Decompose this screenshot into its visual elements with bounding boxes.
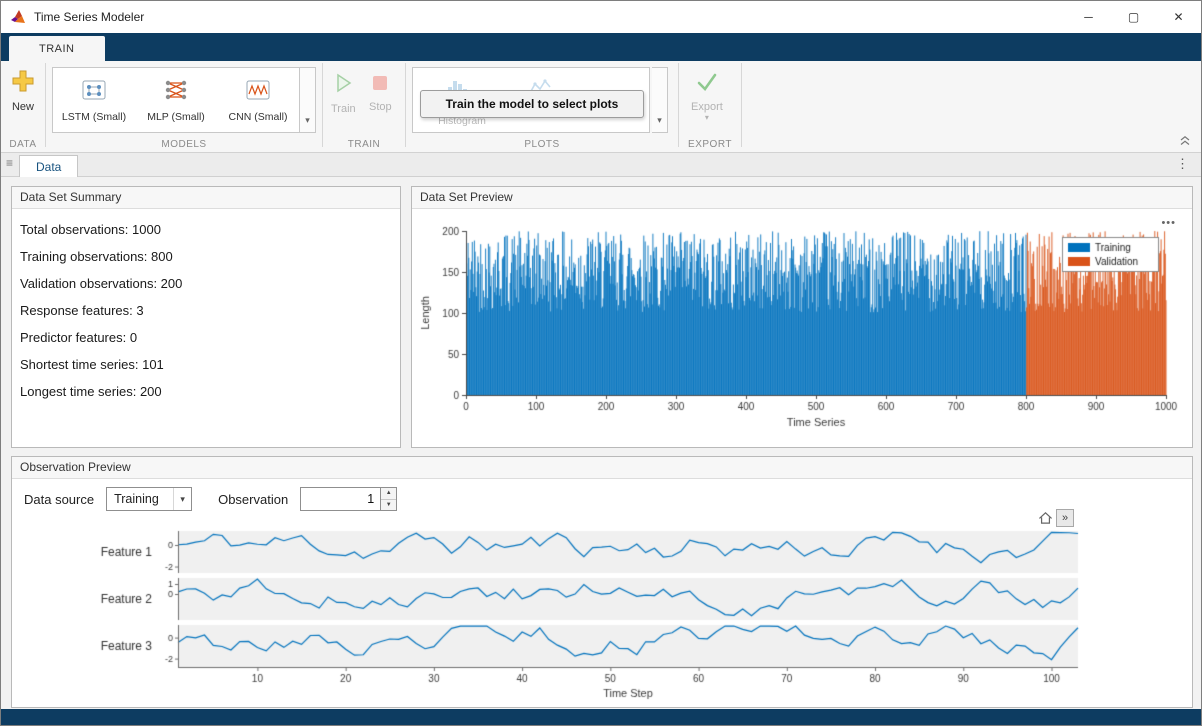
data-source-value: Training [107,492,173,506]
model-item-label: MLP (Small) [147,111,205,123]
observation-preview-chart [20,527,1186,705]
model-item-label: LSTM (Small) [62,111,126,123]
content-area: Data Set Summary Total observations: 100… [1,177,1201,711]
new-plus-icon [11,69,35,98]
titlebar: Time Series Modeler ─ ▢ ✕ [1,1,1201,33]
data-source-select[interactable]: Training ▾ [106,487,192,511]
tab-train[interactable]: TRAIN [9,36,105,61]
ribbon-section-data: New DATA [1,61,45,152]
section-label-models: MODELS [46,139,322,150]
new-button-label: New [12,101,34,113]
mlp-icon [163,78,189,107]
observation-spinner: ▲ ▼ [300,487,397,511]
plots-gallery-dropdown[interactable]: ▾ [652,67,668,133]
window-title: Time Series Modeler [34,10,144,24]
spinner-down-icon[interactable]: ▼ [381,500,396,511]
check-icon [695,71,719,98]
summary-validation-observations: Validation observations: 200 [20,277,400,291]
section-label-train: TRAIN [323,139,405,150]
observation-preview-panel: Observation Preview Data source Training… [11,456,1193,708]
summary-response-features: Response features: 3 [20,304,400,318]
chart-options-icon[interactable]: ••• [1161,217,1176,229]
section-label-data: DATA [1,139,45,150]
home-icon[interactable] [1036,509,1054,527]
summary-predictor-features: Predictor features: 0 [20,331,400,345]
train-button[interactable]: Train [331,71,356,115]
close-button[interactable]: ✕ [1156,1,1201,33]
ribbon-section-train: Train Stop TRAIN [323,61,405,152]
stop-button[interactable]: Stop [369,73,392,113]
stop-icon [370,73,390,98]
summary-training-observations: Training observations: 800 [20,250,400,264]
chevron-down-icon: ▾ [173,488,191,510]
ribbon-section-export: Export ▾ EXPORT [679,61,741,152]
tab-data[interactable]: Data [19,155,78,177]
section-label-plots: PLOTS [406,139,678,150]
ribbon-section-models: LSTM (Small) MLP (Small) [46,61,322,152]
observation-label: Observation [218,492,288,507]
models-gallery: LSTM (Small) MLP (Small) [52,67,300,133]
collapse-ribbon-icon[interactable] [1177,134,1193,148]
preview-panel-title: Data Set Preview [412,187,1192,209]
model-item-lstm[interactable]: LSTM (Small) [53,68,135,132]
data-set-preview-chart [416,217,1188,445]
axes-toolbar: » [1036,509,1074,527]
summary-panel-title: Data Set Summary [12,187,400,209]
new-button[interactable]: New [11,69,35,113]
train-button-label: Train [331,103,356,115]
plots-tooltip: Train the model to select plots [420,90,644,118]
app-window: Time Series Modeler ─ ▢ ✕ TRAIN New DATA [0,0,1202,726]
maximize-button[interactable]: ▢ [1111,1,1156,33]
summary-list: Total observations: 1000 Training observ… [12,209,400,399]
models-gallery-dropdown[interactable]: ▾ [300,67,316,133]
model-item-label: CNN (Small) [229,111,288,123]
export-button-label: Export [691,101,723,113]
data-set-summary-panel: Data Set Summary Total observations: 100… [11,186,401,448]
model-item-cnn[interactable]: CNN (Small) [217,68,299,132]
ribbon-tab-bar: TRAIN [1,33,1201,61]
status-bar [1,709,1201,725]
ribbon-section-plots: Histogram Train the model to select plot… [406,61,678,152]
minimize-button[interactable]: ─ [1066,1,1111,33]
ribbon-spacer [742,61,1201,152]
play-icon [331,71,355,100]
summary-longest-series: Longest time series: 200 [20,385,400,399]
section-label-export: EXPORT [679,139,741,150]
summary-shortest-series: Shortest time series: 101 [20,358,400,372]
data-source-label: Data source [24,492,94,507]
window-controls: ─ ▢ ✕ [1066,1,1201,33]
summary-total-observations: Total observations: 1000 [20,223,400,237]
document-tab-bar: ≡ Data ⋮ [1,153,1201,177]
spinner-up-icon[interactable]: ▲ [381,488,396,500]
plots-gallery: Histogram Train the model to select plot… [412,67,650,133]
export-button[interactable]: Export ▾ [691,71,723,120]
cnn-icon [245,78,271,107]
expand-toolbar-icon[interactable]: » [1056,509,1074,527]
lstm-icon [81,78,107,107]
observation-controls: Data source Training ▾ Observation ▲ ▼ [24,487,397,511]
model-item-mlp[interactable]: MLP (Small) [135,68,217,132]
observation-input[interactable] [300,487,380,511]
observation-panel-title: Observation Preview [12,457,1192,479]
data-set-preview-panel: Data Set Preview ••• [411,186,1193,448]
document-menu-icon[interactable]: ⋮ [1176,156,1189,172]
sidebar-toggle-icon[interactable]: ≡ [6,156,13,170]
stop-button-label: Stop [369,101,392,113]
export-dropdown-icon: ▾ [705,116,709,120]
matlab-logo-icon [9,8,27,26]
ribbon-toolstrip: New DATA LSTM (Small) [1,61,1201,153]
